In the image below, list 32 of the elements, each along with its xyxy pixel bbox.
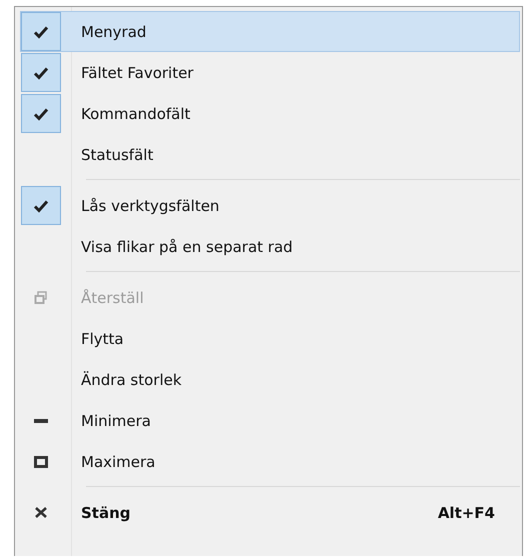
checkmark-icon [33, 198, 49, 212]
menu-item[interactable]: Statusfält [20, 134, 520, 175]
menu-item[interactable]: Fältet Favoriter [20, 52, 520, 93]
menu-item[interactable]: Ändra storlek [20, 359, 520, 400]
menu-item-label: Statusfält [81, 146, 154, 164]
menu-item-label: Lås verktygsfälten [81, 196, 220, 214]
menu-item-label: Stäng [81, 504, 131, 522]
shortcut-label: Alt+F4 [438, 504, 495, 522]
checkmark-icon [33, 106, 49, 120]
menu-item[interactable]: Visa flikar på en separat rad [20, 226, 520, 267]
close-icon [35, 507, 47, 518]
minimize-icon [34, 418, 48, 422]
menu-item-label: Maximera [81, 452, 156, 470]
menu-item-label: Ändra storlek [81, 370, 182, 388]
menu-item[interactable]: Flytta [20, 318, 520, 359]
menu-item-label: Minimera [81, 412, 151, 430]
menu-item[interactable]: Minimera [20, 400, 520, 441]
menu-item[interactable]: Maximera [20, 441, 520, 482]
menu-item[interactable]: Stäng Alt+F4 [20, 492, 520, 533]
menu-item-label: Återställ [81, 288, 144, 306]
checkmark-icon [33, 24, 49, 38]
restore-icon [34, 290, 48, 304]
menu-item[interactable]: Menyrad [20, 11, 520, 52]
menu-item[interactable]: Kommandofält [20, 93, 520, 134]
menu-item-label: Visa flikar på en separat rad [81, 238, 293, 256]
menu-item-label: Flytta [81, 330, 124, 348]
menu-item-label: Kommandofält [81, 104, 190, 122]
menu-item-label: Menyrad [81, 22, 146, 40]
maximize-icon [34, 456, 48, 468]
checkmark-icon [33, 66, 49, 80]
menu-item-label: Fältet Favoriter [81, 64, 194, 82]
menu-item[interactable]: Lås verktygsfälten [20, 185, 520, 226]
